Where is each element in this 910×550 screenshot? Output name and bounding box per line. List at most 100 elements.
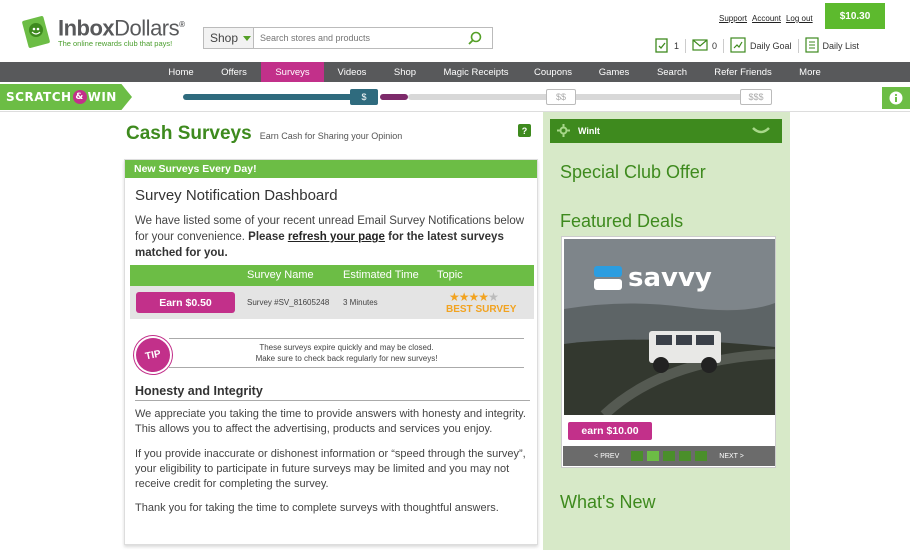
nav-coupons[interactable]: Coupons: [528, 62, 578, 82]
table-row: Earn $0.50 Survey #SV_81605248 3 Minutes…: [130, 286, 534, 319]
special-club-offer-heading: Special Club Offer: [560, 162, 706, 182]
tip-line-1: These surveys expire quickly and may be …: [259, 343, 434, 352]
inboxdollars-logo[interactable]: InboxDollars® The online rewards club th…: [22, 14, 185, 49]
nav-videos[interactable]: Videos: [330, 62, 374, 82]
page-dot[interactable]: [631, 451, 644, 461]
caret-down-icon: [243, 35, 252, 41]
nav-home[interactable]: Home: [160, 62, 202, 82]
survey-table-header: Survey Name Estimated Time Topic: [130, 265, 534, 286]
savvy-logo: savvy: [594, 263, 712, 293]
mail-item[interactable]: 0: [686, 39, 723, 53]
paragraph-appreciation: We appreciate you taking the time to pro…: [135, 408, 526, 435]
progress-track-filled: [183, 94, 353, 100]
scratch-and-win-bar: SCRATCH & WIN $ $$ $$$: [0, 82, 910, 112]
deals-pager: < PREV NEXT >: [563, 446, 775, 466]
scratch-label: SCRATCH: [6, 90, 72, 104]
daily-list-label: Daily List: [822, 41, 860, 51]
refresh-page-link[interactable]: refresh your page: [288, 231, 385, 243]
nav-magic-receipts[interactable]: Magic Receipts: [437, 62, 515, 82]
info-icon: [889, 91, 903, 105]
winit-dropdown[interactable]: WinIt: [550, 119, 782, 143]
intro-bold-1: Please: [248, 231, 288, 243]
deal-brand: savvy: [628, 263, 712, 293]
winit-label: WinIt: [578, 126, 600, 136]
search-icon[interactable]: [468, 31, 482, 48]
paragraph-thanks: Thank you for taking the time to complet…: [135, 502, 499, 514]
daily-list-item[interactable]: Daily List: [799, 37, 866, 55]
page-title: Cash Surveys: [126, 123, 252, 144]
info-button[interactable]: [882, 87, 910, 109]
ampersand-label: &: [72, 90, 87, 104]
deal-earn-button[interactable]: earn $10.00: [568, 422, 652, 440]
nav-games[interactable]: Games: [592, 62, 636, 82]
survey-name-cell: Survey #SV_81605248: [247, 298, 330, 307]
dashboard-title: Survey Notification Dashboard: [135, 187, 338, 204]
balance-button[interactable]: $10.30: [825, 3, 885, 29]
progress-track-empty: [408, 94, 770, 100]
whats-new-heading: What's New: [560, 492, 656, 512]
page-dot[interactable]: [663, 451, 676, 461]
daily-goal-item[interactable]: Daily Goal: [724, 37, 798, 55]
account-links: Support Account Log out: [719, 14, 813, 23]
daily-goal-label: Daily Goal: [750, 41, 792, 51]
survey-topic-cell: BEST SURVEY: [446, 304, 517, 315]
win-label: WIN: [87, 90, 117, 104]
clipboard-check-icon: [654, 37, 670, 55]
next-button[interactable]: NEXT >: [719, 453, 744, 460]
card-header: New Surveys Every Day!: [125, 160, 537, 178]
progress-track-segment: [380, 94, 408, 100]
chevron-down-icon: [752, 126, 770, 138]
tip-line-2: Make sure to check back regularly for ne…: [255, 354, 438, 363]
col-survey-name: Survey Name: [247, 269, 314, 281]
page-dot[interactable]: [679, 451, 692, 461]
search-box[interactable]: [253, 27, 493, 49]
nav-search[interactable]: Search: [650, 62, 694, 82]
featured-deals-heading: Featured Deals: [560, 211, 684, 231]
deal-image: savvy: [564, 239, 775, 415]
main-nav: Home Offers Surveys Videos Shop Magic Re…: [0, 62, 910, 82]
col-estimated-time: Estimated Time: [343, 269, 419, 281]
survey-time-cell: 3 Minutes: [343, 298, 378, 307]
logo-name-bold: Inbox: [58, 15, 115, 41]
milestone-2: $$: [546, 89, 576, 105]
prev-button[interactable]: < PREV: [594, 453, 619, 460]
dollar-bill-icon: [22, 15, 52, 49]
star-empty-icon: ★: [488, 290, 499, 304]
logo-name-rest: Dollars: [114, 15, 180, 41]
nav-surveys[interactable]: Surveys: [261, 62, 324, 82]
support-link[interactable]: Support: [719, 14, 747, 23]
nav-refer-friends[interactable]: Refer Friends: [706, 62, 780, 82]
list-icon: [804, 37, 819, 55]
help-button[interactable]: ?: [518, 124, 531, 137]
milestone-3: $$$: [740, 89, 772, 105]
star-icon: ★: [449, 290, 460, 304]
milestone-1: $: [350, 89, 378, 105]
star-icon: ★: [458, 290, 470, 304]
logo-tagline: The online rewards club that pays!: [58, 39, 173, 49]
site-header: InboxDollars® The online rewards club th…: [0, 0, 910, 62]
tip-text: These surveys expire quickly and may be …: [169, 338, 524, 368]
mail-icon: [692, 39, 708, 53]
page-dot-active[interactable]: [647, 451, 660, 461]
shop-dropdown[interactable]: Shop: [203, 27, 253, 49]
tip-badge: TIP: [132, 334, 174, 376]
search-input[interactable]: [254, 33, 454, 43]
tasks-item[interactable]: 1: [648, 37, 685, 55]
logout-link[interactable]: Log out: [786, 14, 813, 23]
nav-shop[interactable]: Shop: [385, 62, 425, 82]
page-dot[interactable]: [695, 451, 708, 461]
page-subtitle: Earn Cash for Sharing your Opinion: [259, 131, 403, 141]
star-icon: ★: [478, 290, 489, 304]
mail-count: 0: [712, 41, 718, 51]
featured-deal-card[interactable]: savvy earn $10.00: [561, 236, 776, 468]
savvy-logo-icon: [594, 266, 622, 290]
shop-dropdown-label: Shop: [210, 31, 239, 45]
survey-dashboard-card: New Surveys Every Day! Survey Notificati…: [124, 159, 538, 545]
nav-more[interactable]: More: [792, 62, 828, 82]
scratch-and-win-logo[interactable]: SCRATCH & WIN: [0, 84, 132, 110]
earn-survey-button[interactable]: Earn $0.50: [136, 292, 235, 313]
paragraph-warning: If you provide inaccurate or dishonest i…: [135, 448, 526, 490]
section-title: Honesty and Integrity: [135, 384, 530, 401]
account-link[interactable]: Account: [752, 14, 781, 23]
nav-offers[interactable]: Offers: [212, 62, 256, 82]
